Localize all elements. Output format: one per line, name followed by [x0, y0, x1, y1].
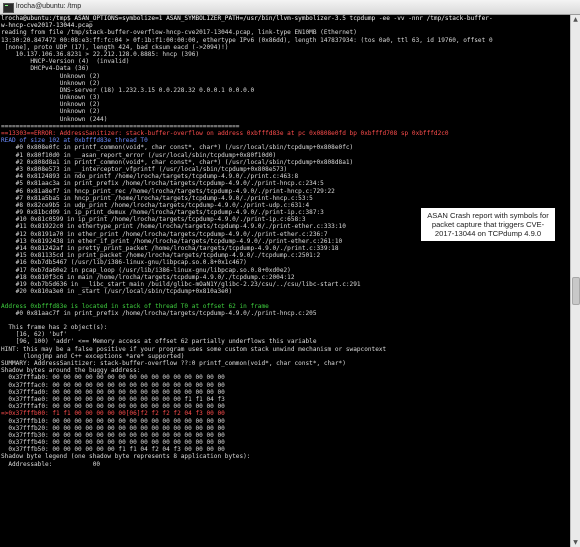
terminal-line: 0x37fffb40: 00 00 00 00 00 00 00 00 00 0… — [1, 439, 225, 447]
annotation-callout: ASAN Crash report with symbols for packe… — [421, 208, 555, 241]
terminal-line: #20 0x810a3e0 in _start (/usr/local/sbin… — [1, 288, 233, 296]
terminal-line: 0x37fffab0: 00 00 00 00 00 00 00 00 00 0… — [1, 374, 225, 382]
window-titlebar[interactable]: lrocha@ubuntu: /tmp — [0, 0, 580, 15]
terminal-line: Unknown (2) — [1, 72, 101, 80]
terminal-line: #5 0x81aac3a in print_prefix /home/lroch… — [1, 180, 324, 188]
terminal-line: reading from file /tmp/stack-buffer-over… — [1, 29, 357, 37]
terminal-line: READ of size 102 at 0xbfffd83e thread T0 — [1, 137, 148, 145]
terminal-line: Shadow bytes around the buggy address: — [1, 367, 141, 375]
terminal-line: #0 0x81aac7f in print_prefix /home/lroch… — [1, 309, 317, 317]
window-title: lrocha@ubuntu: /tmp — [16, 3, 82, 10]
terminal-line: 0x37fffb30: 00 00 00 00 00 00 00 00 00 0… — [1, 431, 225, 439]
terminal-line: 0x37fffad0: 00 00 00 00 00 00 00 00 00 0… — [1, 388, 225, 396]
terminal-line: #3 0x808e573 in __interceptor_vfprintf (… — [1, 165, 288, 173]
terminal-line: Address 0xbfffd83e is located in stack o… — [1, 302, 269, 310]
terminal-line: Unknown (244) — [1, 115, 108, 123]
terminal-line: [16, 62) 'buf' — [1, 331, 68, 339]
scrollbar-thumb[interactable] — [572, 277, 580, 305]
terminal-line: Unknown (2) — [1, 101, 101, 109]
terminal-line: #14 0x81242af in pretty_print_packet /ho… — [1, 245, 339, 252]
terminal-line: Unknown (2) — [1, 108, 101, 116]
terminal-line: #16 0xb7db5467 (/usr/lib/i386-linux-gnu/… — [1, 259, 247, 267]
terminal-line: 0x37fffae0: 00 00 00 00 00 00 00 00 00 0… — [1, 395, 225, 403]
terminal-line: 0x37fffaf0: 00 00 00 00 00 00 00 00 00 0… — [1, 403, 225, 411]
terminal-line: 0x37fffb20: 00 00 00 00 00 00 00 00 00 0… — [1, 424, 225, 432]
terminal-line: 0x37fffb10: 00 00 00 00 00 00 00 00 00 0… — [1, 417, 225, 425]
terminal-line: ========================================… — [1, 122, 240, 130]
terminal-line: Unknown (3) — [1, 94, 101, 102]
terminal-line: ==13303==ERROR: AddressSanitizer: stack-… — [1, 130, 449, 137]
terminal-line: (longjmp and C++ exceptions *are* suppor… — [1, 352, 185, 360]
terminal-line: #1 0x80f10d0 in __asan_report_error (/us… — [1, 151, 277, 159]
scroll-down-arrow-icon[interactable]: ▼ — [571, 538, 580, 547]
terminal-line: w-hncp-cve2017-13044.pcap — [1, 22, 93, 30]
terminal-line: #2 0x808d8a1 in printf_common(void*, cha… — [1, 158, 354, 166]
terminal-line: #18 0x810f3c6 in main /home/lrocha/targe… — [1, 273, 295, 281]
terminal-line: #19 0xb7b5d636 in __libc_start_main /bui… — [1, 280, 361, 288]
terminal-line: HINT: this may be a false positive if yo… — [1, 345, 387, 353]
terminal-line: #15 0x81135cd in print_packet /home/lroc… — [1, 252, 321, 260]
terminal-line: Addressable: 00 — [1, 460, 101, 468]
terminal-line: 0x37fffb50: 00 00 00 00 00 00 f1 f1 04 f… — [1, 446, 225, 454]
terminal-output[interactable]: lrocha@ubuntu:/tmp$ ASAN_OPTIONS=symboli… — [0, 15, 571, 547]
terminal-line: #6 0x81a8ef7 in hncp_print_rec /home/lro… — [1, 187, 335, 195]
scroll-up-arrow-icon[interactable]: ▲ — [571, 15, 580, 24]
terminal-line: [none], proto UDP (17), length 424, bad … — [1, 43, 229, 51]
terminal-line: This frame has 2 object(s): — [1, 324, 108, 332]
terminal-line: DNS-server (18) 1.232.3.15 0.0.228.32 0.… — [1, 86, 255, 94]
terminal-line: lrocha@ubuntu:/tmp$ ASAN_OPTIONS=symboli… — [1, 15, 493, 22]
terminal-line: 13:30:20.847472 00:08:e3:ff:fc:04 > 0f:1… — [1, 36, 493, 44]
terminal-line: #7 0x81a5ba5 in hncp_print /home/lrocha/… — [1, 194, 313, 202]
terminal-line: SUMMARY: AddressSanitizer: stack-buffer-… — [1, 360, 346, 367]
terminal-line: [96, 100) 'addr' <== Memory access at of… — [1, 338, 317, 346]
terminal-line: #4 0x8124893 in ndo_printf /home/lrocha/… — [1, 173, 299, 181]
terminal-line: HNCP-Version (4) (invalid) — [1, 58, 130, 66]
terminal-line: #17 0xb7da60e2 in pcap_loop (/usr/lib/i3… — [1, 266, 291, 274]
terminal-icon — [3, 3, 14, 13]
terminal-line: Unknown (2) — [1, 79, 101, 87]
terminal-line: 10.137.106.36.8231 > 22.212.128.0.8885: … — [1, 50, 200, 58]
vertical-scrollbar[interactable]: ▲ ▼ — [570, 15, 580, 547]
terminal-line: 0x37fffac0: 00 00 00 00 00 00 00 00 00 0… — [1, 381, 225, 389]
terminal-line: DHCPv4-Data (36) — [1, 65, 90, 73]
terminal-line: Shadow byte legend (one shadow byte repr… — [1, 453, 251, 461]
terminal-line: #0 0x808e0fc in printf_common(void*, cha… — [1, 144, 354, 152]
terminal-line: =>0x37fffb00: f1 f1 00 00 00 00 00[06]f2… — [1, 410, 225, 418]
